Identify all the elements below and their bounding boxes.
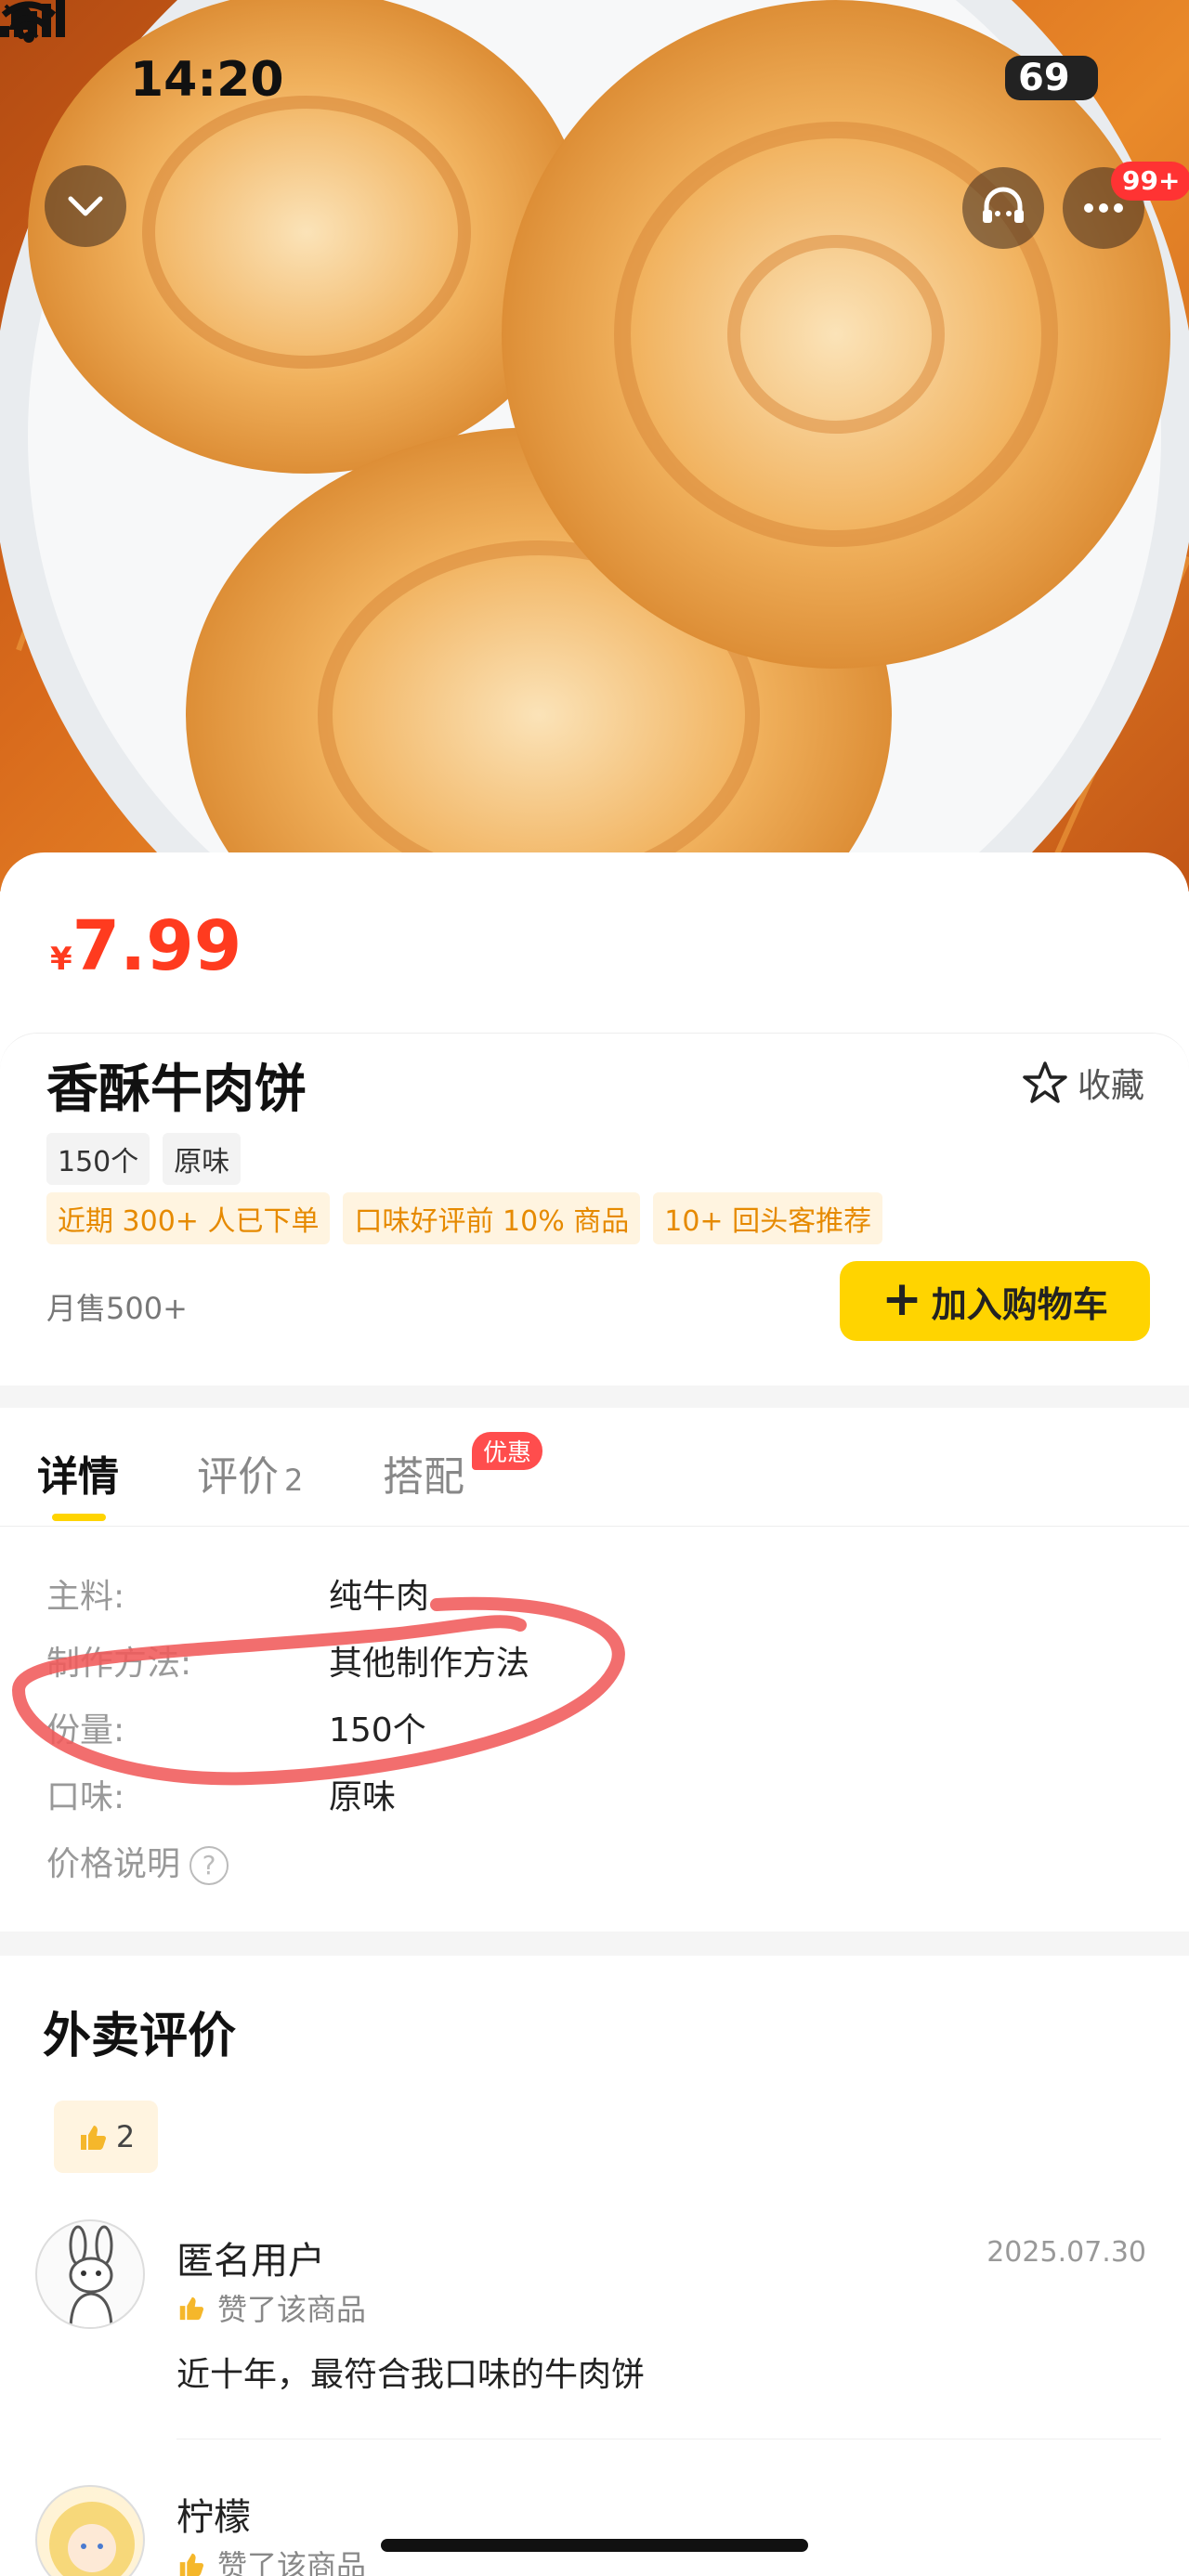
- product-title: 香酥牛肉饼: [46, 1060, 307, 1120]
- thumbs-up-icon: [80, 2126, 106, 2150]
- thumbs-up-icon: [179, 2296, 204, 2321]
- help-icon: ?: [189, 1846, 229, 1885]
- kangaroo-avatar-icon: [69, 2225, 113, 2327]
- review-text: 近十年，最符合我口味的牛肉饼: [176, 2356, 646, 2394]
- add-to-cart-label: 加入购物车: [931, 1283, 1108, 1325]
- tab-combos-label: 搭配: [383, 1453, 464, 1501]
- customer-service-button[interactable]: [962, 167, 1044, 249]
- promo-tag: 口味好评前 10% 商品: [343, 1192, 641, 1244]
- review-user-name: 匿名用户: [176, 2240, 325, 2283]
- star-icon: [1023, 1061, 1067, 1103]
- review-liked-label: 赞了该商品: [217, 2548, 367, 2576]
- review-date: 2025.07.30: [986, 2236, 1146, 2269]
- detail-section: 详情 评价 2 搭配 优惠 主料: 纯牛肉 制作方法: 其他制作方法 份量: 15…: [0, 1408, 1189, 1932]
- product-info-card: ¥7.99 香酥牛肉饼 收藏 150个 原味 近期 300+ 人已下单 口味好评…: [0, 852, 1189, 1386]
- reviews-title: 外卖评价: [43, 2009, 237, 2064]
- battery-level: 69: [1005, 56, 1098, 100]
- review-liked: 赞了该商品: [176, 2286, 366, 2329]
- active-tab-indicator: [52, 1514, 106, 1521]
- review-user-name: 柠檬: [176, 2496, 251, 2539]
- thumbs-up-icon: [179, 2553, 204, 2576]
- attr-label-ingredient: 主料:: [46, 1578, 125, 1616]
- review-liked-label: 赞了该商品: [217, 2292, 367, 2327]
- attr-value-ingredient: 纯牛肉: [329, 1578, 430, 1616]
- tab-combos[interactable]: 搭配: [383, 1443, 464, 1503]
- attr-value-flavor: 原味: [329, 1778, 397, 1816]
- spec-tags: 150个 原味: [46, 1133, 242, 1185]
- likes-filter-chip[interactable]: 2: [54, 2101, 158, 2173]
- price-note[interactable]: 价格说明?: [46, 1837, 229, 1885]
- promo-tag: 近期 300+ 人已下单: [46, 1192, 331, 1244]
- add-to-cart-button[interactable]: + 加入购物车: [840, 1261, 1150, 1341]
- attr-value-portion: 150个: [329, 1711, 426, 1750]
- attr-label-method: 制作方法:: [46, 1645, 192, 1683]
- favorite-label: 收藏: [1077, 1067, 1144, 1105]
- promo-tag: 10+ 回头客推荐: [653, 1192, 883, 1244]
- chevron-down-icon: [68, 196, 103, 216]
- notification-badge: 99+: [1111, 162, 1189, 201]
- discount-badge: 优惠: [472, 1432, 543, 1470]
- status-time: 14:20: [130, 52, 284, 108]
- tab-reviews[interactable]: 评价 2: [197, 1443, 303, 1503]
- tab-reviews-count: 2: [284, 1463, 304, 1498]
- spec-tag: 150个: [46, 1133, 150, 1185]
- likes-count: 2: [115, 2119, 136, 2154]
- status-bar: 14:20 69: [0, 0, 1189, 139]
- currency-symbol: ¥: [50, 941, 72, 978]
- tab-bar: 详情 评价 2 搭配 优惠: [0, 1408, 1189, 1527]
- promo-tags: 近期 300+ 人已下单 口味好评前 10% 商品 10+ 回头客推荐: [46, 1192, 883, 1244]
- collapse-button[interactable]: [45, 165, 126, 247]
- product-price: ¥7.99: [50, 906, 242, 986]
- headset-icon: [983, 187, 1024, 223]
- avatar[interactable]: [35, 2219, 145, 2329]
- spec-tag: 原味: [163, 1133, 242, 1185]
- plus-icon: +: [882, 1271, 922, 1327]
- avatar[interactable]: [35, 2485, 145, 2576]
- product-hero-image: 14:20 69 99+: [0, 0, 1189, 891]
- monthly-sales: 月售500+: [46, 1291, 188, 1326]
- review-liked: 赞了该商品: [176, 2543, 366, 2576]
- attr-label-portion: 份量:: [46, 1711, 125, 1750]
- reviews-section: 外卖评价 2 匿名用户 2025.07.30 赞了该商品 近十年，最符合我口味的…: [0, 1956, 1189, 2576]
- favorite-button[interactable]: 收藏: [1022, 1059, 1144, 1107]
- tab-details[interactable]: 详情: [37, 1443, 119, 1503]
- price-note-label: 价格说明: [46, 1845, 181, 1883]
- attr-value-method: 其他制作方法: [329, 1645, 530, 1683]
- home-indicator[interactable]: [381, 2539, 808, 2552]
- attr-label-flavor: 口味:: [46, 1778, 125, 1816]
- tab-details-label: 详情: [37, 1453, 119, 1501]
- wifi-icon: [1, 1, 57, 43]
- price-value: 7.99: [72, 906, 242, 986]
- girl-avatar-icon: [49, 2502, 135, 2576]
- tab-reviews-label: 评价: [197, 1453, 279, 1501]
